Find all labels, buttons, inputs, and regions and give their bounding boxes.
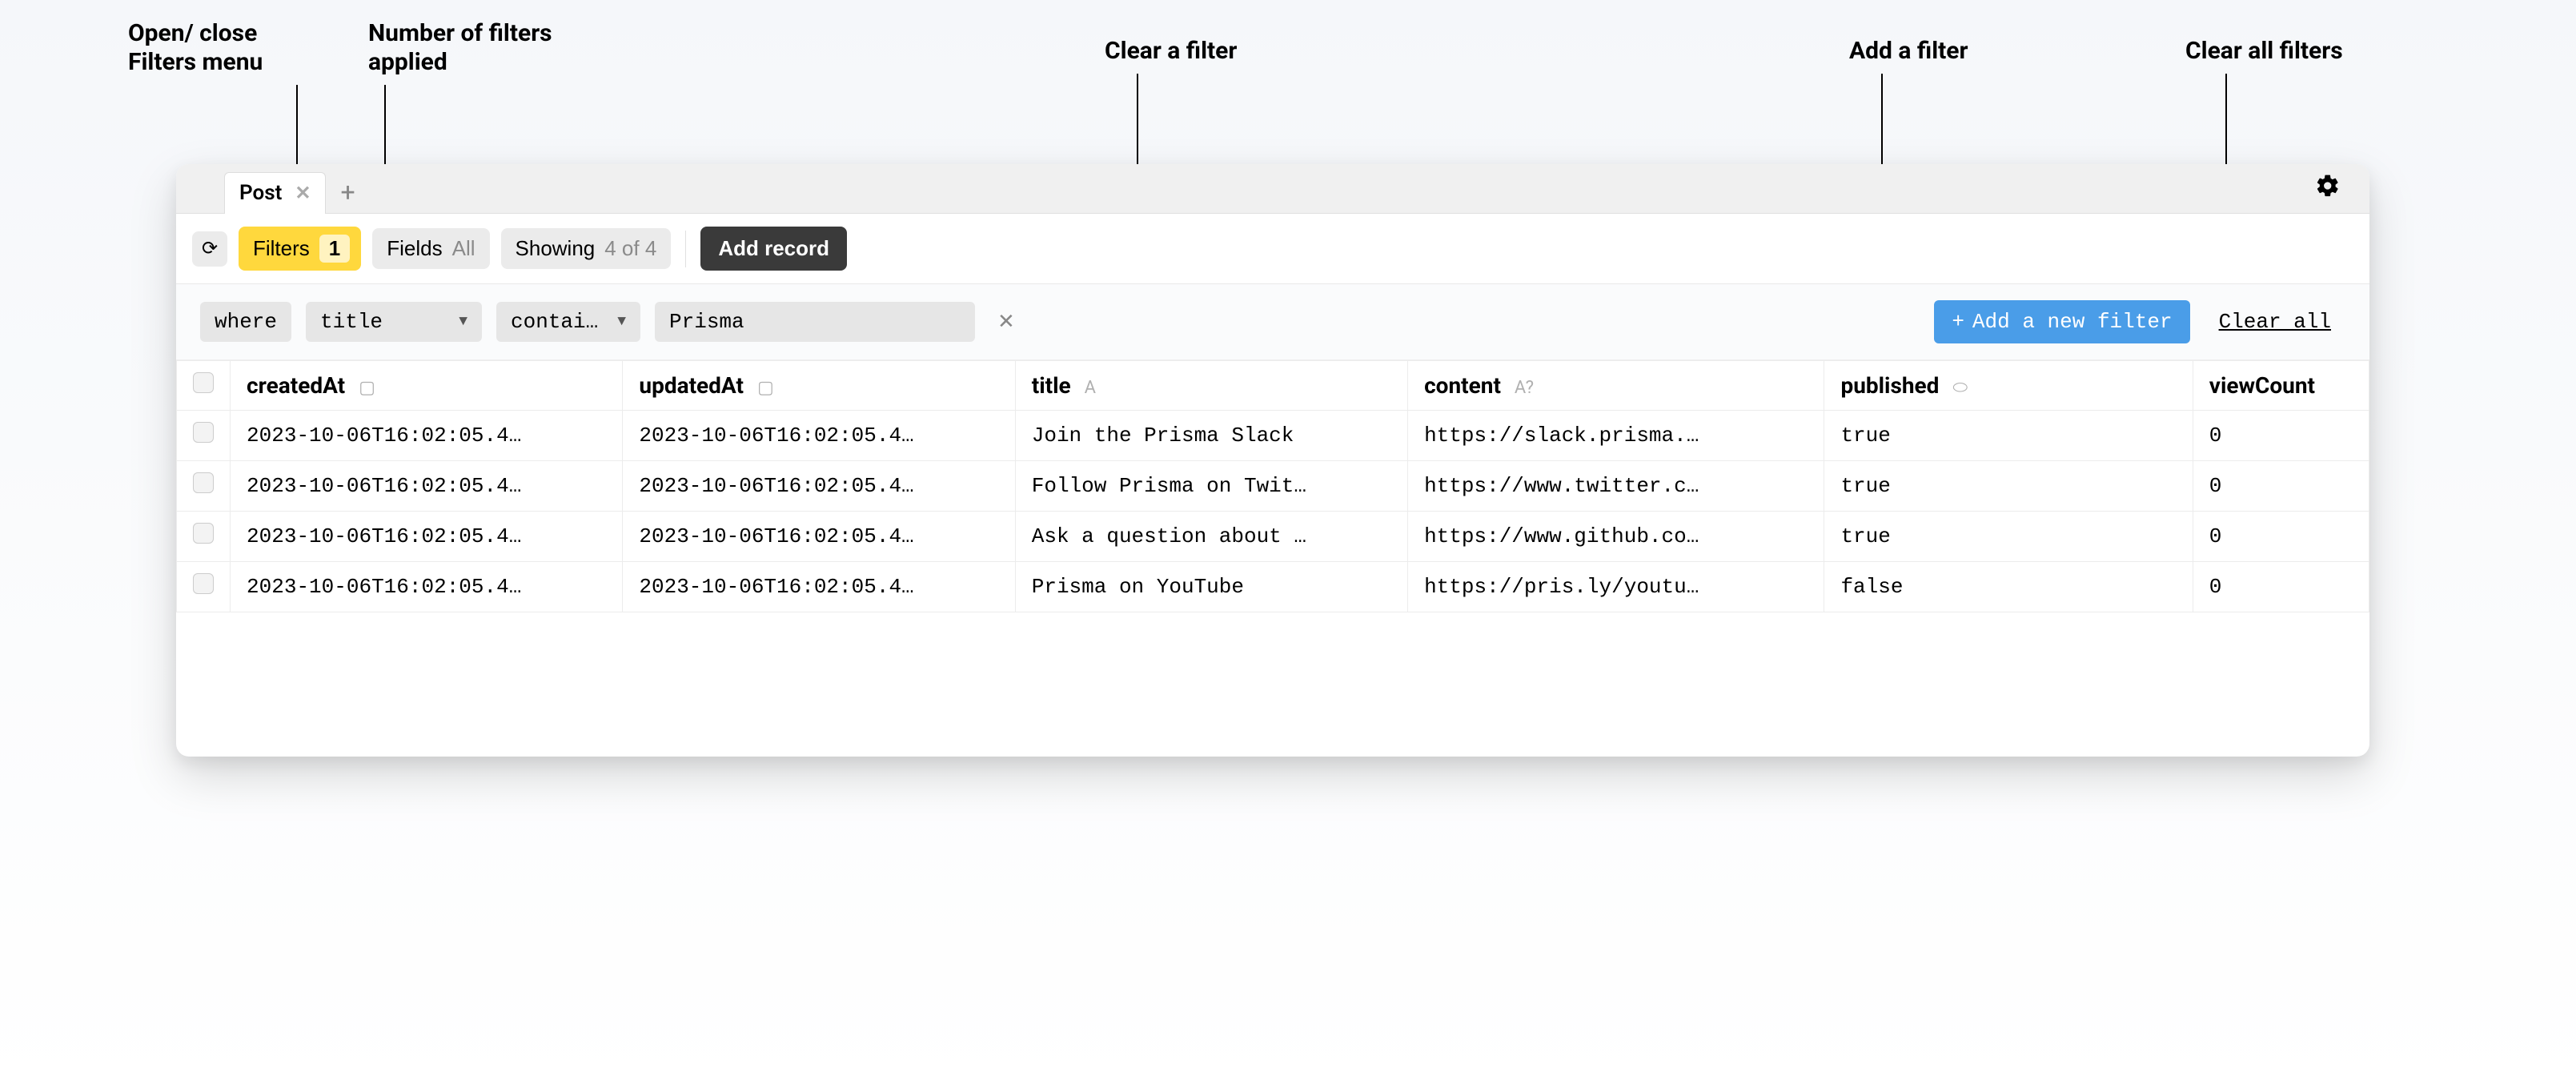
clear-all-button[interactable]: Clear all bbox=[2205, 310, 2345, 334]
column-title[interactable]: title A bbox=[1015, 361, 1407, 411]
empty-space bbox=[176, 612, 2369, 757]
column-updatedAt[interactable]: updatedAt ▢ bbox=[623, 361, 1015, 411]
add-filter-label: Add a new filter bbox=[1972, 310, 2173, 334]
filter-field-value: title bbox=[320, 310, 383, 334]
toggle-icon: ⬭ bbox=[1952, 378, 1968, 398]
tab-post[interactable]: Post ✕ bbox=[224, 172, 326, 214]
cell-updatedAt[interactable]: 2023-10-06T16:02:05.4… bbox=[623, 461, 1015, 512]
table-row[interactable]: 2023-10-06T16:02:05.4…2023-10-06T16:02:0… bbox=[177, 512, 2369, 562]
row-checkbox[interactable] bbox=[193, 523, 214, 544]
chevron-down-icon: ▼ bbox=[459, 314, 467, 330]
cell-content[interactable]: https://slack.prisma.… bbox=[1408, 411, 1824, 461]
calendar-icon: ▢ bbox=[359, 378, 375, 398]
refresh-button[interactable]: ⟳ bbox=[192, 231, 227, 267]
cell-content[interactable]: https://pris.ly/youtu… bbox=[1408, 562, 1824, 612]
annotation-open-close: Open/ close Filters menu bbox=[128, 19, 263, 77]
cell-createdAt[interactable]: 2023-10-06T16:02:05.4… bbox=[231, 461, 623, 512]
cell-content[interactable]: https://www.github.co… bbox=[1408, 512, 1824, 562]
app-window: Post ✕ + ⟳ Filters 1 Fields All Showing … bbox=[176, 164, 2369, 757]
filter-bar: where title ▼ contai… ▼ ✕ + Add a new fi… bbox=[176, 284, 2369, 360]
showing-label: Showing bbox=[516, 236, 596, 261]
cell-content[interactable]: https://www.twitter.c… bbox=[1408, 461, 1824, 512]
showing-button[interactable]: Showing 4 of 4 bbox=[501, 228, 672, 269]
column-content[interactable]: content A? bbox=[1408, 361, 1824, 411]
filter-where-label: where bbox=[200, 302, 291, 342]
divider bbox=[685, 231, 686, 267]
filters-label: Filters bbox=[253, 236, 310, 261]
fields-value: All bbox=[452, 236, 475, 261]
annotation-clear-filter: Clear a filter bbox=[1105, 37, 1237, 66]
cell-published[interactable]: true bbox=[1824, 461, 2193, 512]
row-checkbox-cell bbox=[177, 461, 231, 512]
row-checkbox-cell bbox=[177, 512, 231, 562]
cell-title[interactable]: Ask a question about … bbox=[1015, 512, 1407, 562]
text-icon: A bbox=[1085, 378, 1096, 398]
showing-value: 4 of 4 bbox=[604, 236, 656, 261]
column-label: content bbox=[1424, 372, 1501, 399]
plus-icon: + bbox=[1952, 310, 1964, 334]
filter-field-select[interactable]: title ▼ bbox=[306, 302, 482, 342]
column-published[interactable]: published ⬭ bbox=[1824, 361, 2193, 411]
column-createdAt[interactable]: createdAt ▢ bbox=[231, 361, 623, 411]
fields-button[interactable]: Fields All bbox=[372, 228, 489, 269]
clear-filter-button[interactable]: ✕ bbox=[989, 310, 1023, 334]
data-table: createdAt ▢ updatedAt ▢ title A content … bbox=[176, 360, 2369, 612]
cell-viewCount[interactable]: 0 bbox=[2193, 411, 2369, 461]
fields-label: Fields bbox=[387, 236, 442, 261]
row-checkbox-cell bbox=[177, 562, 231, 612]
filter-value-input[interactable] bbox=[655, 302, 975, 342]
row-checkbox-cell bbox=[177, 411, 231, 461]
select-all-checkbox[interactable] bbox=[193, 372, 214, 393]
new-tab-button[interactable]: + bbox=[326, 177, 369, 207]
column-viewCount[interactable]: viewCount bbox=[2193, 361, 2369, 411]
gear-icon[interactable] bbox=[2315, 173, 2341, 205]
annotation-num-filters: Number of filters applied bbox=[368, 19, 552, 77]
close-icon: ✕ bbox=[997, 310, 1015, 334]
tab-bar: Post ✕ + bbox=[176, 164, 2369, 214]
close-icon[interactable]: ✕ bbox=[295, 182, 311, 204]
header-checkbox-cell bbox=[177, 361, 231, 411]
cell-createdAt[interactable]: 2023-10-06T16:02:05.4… bbox=[231, 411, 623, 461]
cell-published[interactable]: true bbox=[1824, 411, 2193, 461]
column-label: title bbox=[1032, 372, 1071, 399]
table-row[interactable]: 2023-10-06T16:02:05.4…2023-10-06T16:02:0… bbox=[177, 411, 2369, 461]
table-row[interactable]: 2023-10-06T16:02:05.4…2023-10-06T16:02:0… bbox=[177, 562, 2369, 612]
annotation-clear-all: Clear all filters bbox=[2185, 37, 2343, 66]
text-nullable-icon: A? bbox=[1515, 378, 1534, 398]
annotation-add-filter: Add a filter bbox=[1849, 37, 1968, 66]
table-row[interactable]: 2023-10-06T16:02:05.4…2023-10-06T16:02:0… bbox=[177, 461, 2369, 512]
filters-button[interactable]: Filters 1 bbox=[239, 227, 361, 271]
cell-viewCount[interactable]: 0 bbox=[2193, 461, 2369, 512]
toolbar: ⟳ Filters 1 Fields All Showing 4 of 4 Ad… bbox=[176, 214, 2369, 284]
add-filter-button[interactable]: + Add a new filter bbox=[1934, 300, 2189, 343]
chevron-down-icon: ▼ bbox=[617, 314, 626, 330]
filter-operator-value: contai… bbox=[511, 310, 598, 334]
row-checkbox[interactable] bbox=[193, 422, 214, 443]
column-label: updatedAt bbox=[639, 372, 744, 399]
filters-count-badge: 1 bbox=[319, 235, 350, 263]
cell-updatedAt[interactable]: 2023-10-06T16:02:05.4… bbox=[623, 512, 1015, 562]
cell-createdAt[interactable]: 2023-10-06T16:02:05.4… bbox=[231, 512, 623, 562]
cell-viewCount[interactable]: 0 bbox=[2193, 562, 2369, 612]
cell-updatedAt[interactable]: 2023-10-06T16:02:05.4… bbox=[623, 562, 1015, 612]
cell-updatedAt[interactable]: 2023-10-06T16:02:05.4… bbox=[623, 411, 1015, 461]
row-checkbox[interactable] bbox=[193, 573, 214, 594]
cell-published[interactable]: true bbox=[1824, 512, 2193, 562]
cell-viewCount[interactable]: 0 bbox=[2193, 512, 2369, 562]
cell-createdAt[interactable]: 2023-10-06T16:02:05.4… bbox=[231, 562, 623, 612]
cell-title[interactable]: Follow Prisma on Twit… bbox=[1015, 461, 1407, 512]
cell-published[interactable]: false bbox=[1824, 562, 2193, 612]
column-label: published bbox=[1840, 372, 1939, 399]
refresh-icon: ⟳ bbox=[202, 237, 218, 260]
row-checkbox[interactable] bbox=[193, 472, 214, 493]
cell-title[interactable]: Prisma on YouTube bbox=[1015, 562, 1407, 612]
cell-title[interactable]: Join the Prisma Slack bbox=[1015, 411, 1407, 461]
column-label: viewCount bbox=[2209, 372, 2315, 399]
table-header-row: createdAt ▢ updatedAt ▢ title A content … bbox=[177, 361, 2369, 411]
add-record-button[interactable]: Add record bbox=[700, 227, 847, 271]
filter-operator-select[interactable]: contai… ▼ bbox=[496, 302, 640, 342]
column-label: createdAt bbox=[247, 372, 345, 399]
calendar-icon: ▢ bbox=[757, 378, 774, 398]
tab-label: Post bbox=[239, 181, 282, 205]
